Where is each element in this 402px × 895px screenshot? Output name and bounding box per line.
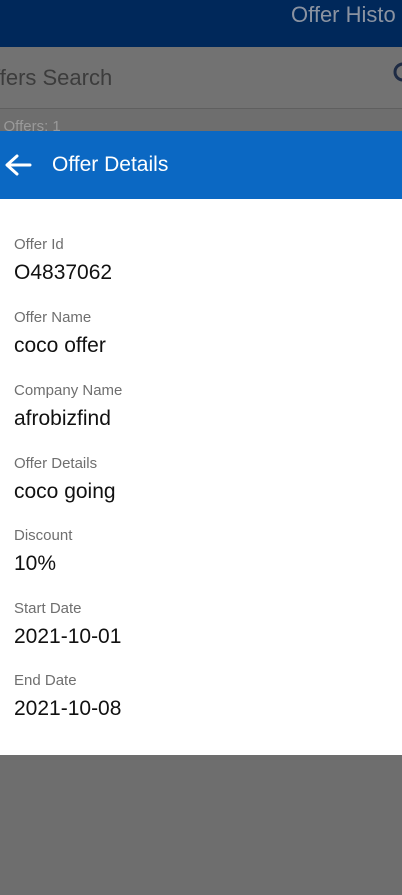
field-value: 2021-10-01 <box>14 625 122 648</box>
field-company-name: Company Name afrobizfind <box>14 382 384 432</box>
background-app-bar: Offer Histo <box>0 0 402 47</box>
field-label: End Date <box>14 672 77 689</box>
offer-details-dialog: Offer Details Offer Id O4837062 Offer Na… <box>0 131 402 755</box>
field-value: afrobizfind <box>14 407 111 430</box>
field-value: 10% <box>14 552 57 575</box>
background-app-bar-title: Offer Histo <box>291 2 396 27</box>
background-search-bar: ffers Search <box>0 47 402 109</box>
field-discount: Discount 10% <box>14 527 384 577</box>
field-offer-id: Offer Id O4837062 <box>14 236 384 286</box>
field-label: Start Date <box>14 600 82 617</box>
background-search-placeholder: ffers Search <box>0 65 113 90</box>
field-start-date: Start Date 2021-10-01 <box>14 600 384 650</box>
field-value: coco offer <box>14 334 106 357</box>
field-label: Company Name <box>14 382 123 399</box>
dimmed-scrim[interactable] <box>0 755 402 895</box>
field-offer-details: Offer Details coco going <box>14 455 384 505</box>
field-label: Offer Id <box>14 236 64 253</box>
field-offer-name: Offer Name coco offer <box>14 309 384 359</box>
field-end-date: End Date 2021-10-08 <box>14 672 384 722</box>
field-value: 2021-10-08 <box>14 697 122 720</box>
field-label: Offer Name <box>14 309 92 326</box>
dialog-header: Offer Details <box>0 131 402 199</box>
field-label: Offer Details <box>14 455 98 472</box>
dialog-title: Offer Details <box>52 153 169 176</box>
field-value: O4837062 <box>14 261 113 284</box>
search-icon <box>392 61 402 94</box>
field-value: coco going <box>14 480 116 503</box>
arrow-left-icon[interactable] <box>3 152 33 178</box>
field-label: Discount <box>14 527 73 544</box>
